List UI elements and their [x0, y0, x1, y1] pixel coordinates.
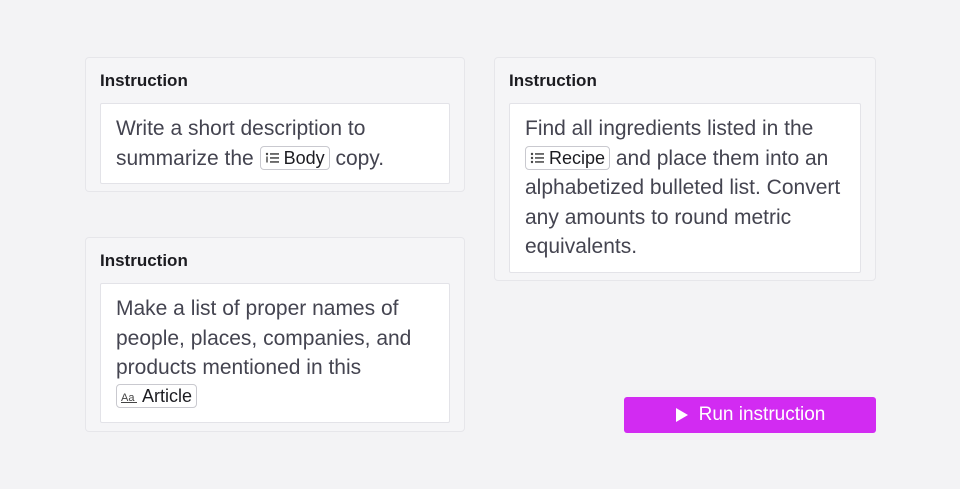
- field-chip-article[interactable]: Aa Article: [116, 384, 198, 408]
- instruction-text: copy.: [335, 146, 385, 170]
- run-instruction-label: Run instruction: [698, 404, 826, 425]
- instruction-card-proper-names: Instruction Make a list of proper names …: [85, 237, 465, 432]
- instruction-text-field[interactable]: Make a list of proper names of people, p…: [100, 283, 450, 423]
- list-icon: [265, 152, 280, 164]
- list-icon: [530, 152, 545, 164]
- field-chip-body[interactable]: Body: [259, 145, 330, 170]
- card-title: Instruction: [100, 71, 188, 90]
- chip-label: Recipe: [549, 147, 606, 168]
- instruction-text: Find all ingredients listed in the: [525, 117, 814, 140]
- chip-label: Body: [283, 147, 325, 168]
- run-instruction-button[interactable]: Run instruction: [624, 397, 876, 433]
- svg-text:Aa: Aa: [121, 392, 135, 403]
- instruction-text-field[interactable]: Write a short description to summarize t…: [100, 103, 450, 184]
- instruction-text: Make a list of proper names of people, p…: [116, 297, 412, 379]
- instruction-card-summarize: Instruction Write a short description to…: [85, 57, 465, 192]
- text-format-icon: Aa: [121, 390, 138, 403]
- instruction-text-field[interactable]: Find all ingredients listed in the Recip…: [509, 103, 861, 273]
- play-icon: [675, 407, 689, 423]
- field-chip-recipe[interactable]: Recipe: [525, 145, 611, 170]
- instruction-card-recipe: Instruction Find all ingredients listed …: [494, 57, 876, 281]
- card-title: Instruction: [509, 71, 597, 90]
- chip-label: Article: [142, 386, 193, 406]
- card-title: Instruction: [100, 251, 188, 270]
